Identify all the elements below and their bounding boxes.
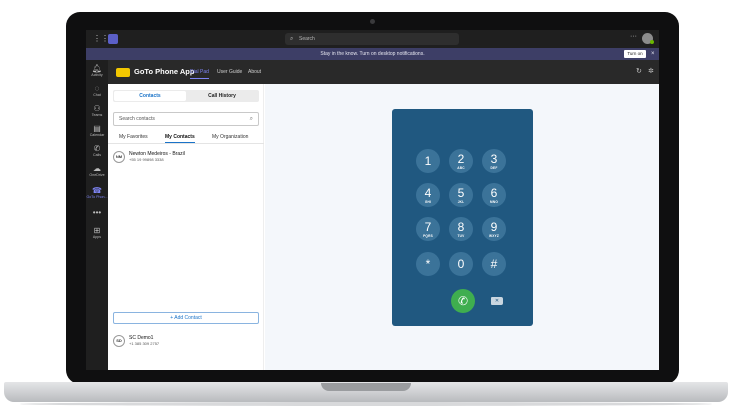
current-user-phone: +1 385 309 2757 <box>129 341 160 346</box>
tab-dial-pad[interactable]: Dial Pad <box>190 66 209 79</box>
notification-text: Stay in the know. Turn on desktop notifi… <box>320 51 425 57</box>
segment-call-history[interactable]: Call History <box>186 91 258 101</box>
dial-key-6[interactable]: 6 MNO <box>482 183 506 207</box>
segment-contacts[interactable]: Contacts <box>114 91 186 101</box>
backspace-icon: ✕ <box>494 298 500 304</box>
list-item[interactable]: NM Newton Medeiros - Brazil +55 19 99898… <box>113 151 259 167</box>
bell-icon: 🔔︎ <box>91 64 103 73</box>
settings-icon[interactable]: ✲ <box>648 67 654 77</box>
add-contact-button[interactable]: + Add Contact <box>113 312 259 324</box>
subtab-my-favorites[interactable]: My Favorites <box>119 132 148 142</box>
subtab-divider <box>108 143 264 144</box>
rail-item-apps[interactable]: ⊞ Apps <box>86 226 108 240</box>
laptop-camera <box>370 19 375 24</box>
search-placeholder: Search <box>299 36 315 42</box>
tab-user-guide[interactable]: User Guide <box>217 66 242 78</box>
rail-item-calendar[interactable]: ▤ Calendar <box>86 124 108 138</box>
search-icon: ⌕ <box>290 36 294 42</box>
avatar: SD <box>113 335 125 347</box>
avatar: NM <box>113 151 125 163</box>
contact-phone: +55 19 99898 3338 <box>129 157 164 162</box>
dial-key-3[interactable]: 3 DEF <box>482 149 506 173</box>
cloud-icon: ☁︎ <box>93 164 101 173</box>
app-title: GoTo Phone App <box>134 67 195 76</box>
subtab-my-contacts[interactable]: My Contacts <box>165 132 195 143</box>
call-button[interactable]: ✆ <box>451 289 475 313</box>
goto-icon: ☎︎ <box>92 186 102 195</box>
refresh-icon[interactable]: ↻ <box>636 67 642 77</box>
goto-logo-icon <box>116 68 130 77</box>
contacts-search-input[interactable]: Search contacts ⌕ <box>113 112 259 126</box>
backspace-button[interactable]: ✕ <box>491 297 503 305</box>
rail-more-apps[interactable]: ••• <box>86 208 108 217</box>
notification-banner: Stay in the know. Turn on desktop notifi… <box>86 48 659 60</box>
chat-icon: ◌ <box>94 84 100 93</box>
dial-key-hash[interactable]: # <box>482 252 506 276</box>
more-horizontal-icon: ••• <box>92 208 102 217</box>
more-horizontal-icon[interactable]: ··· <box>630 33 637 40</box>
dial-key-5[interactable]: 5 JKL <box>449 183 473 207</box>
dialpad: 1 2 ABC 3 DEF 4 GHI 5 JKL 6 MNO 7 PQRS 8 TUV 9W… <box>392 109 533 326</box>
tab-about[interactable]: About <box>248 66 261 78</box>
laptop-shadow <box>20 402 712 406</box>
dial-key-8[interactable]: 8 TUV <box>449 217 473 241</box>
dial-key-7[interactable]: 7 PQRS <box>416 217 440 241</box>
search-icon: ⌕ <box>249 116 253 122</box>
rail-item-goto-phone[interactable]: ☎︎ GoTo Phon... <box>86 186 108 200</box>
rail-item-calls[interactable]: ✆ Calls <box>86 144 108 158</box>
app-grid-icon[interactable]: ⋮⋮ <box>93 35 109 43</box>
turn-on-notifications-button[interactable]: Turn on <box>624 50 646 58</box>
teams-search-input[interactable]: ⌕ Search <box>285 33 459 45</box>
dial-key-0[interactable]: 0 <box>449 252 473 276</box>
dial-key-1[interactable]: 1 <box>416 149 440 173</box>
dial-key-star[interactable]: * <box>416 252 440 276</box>
phone-call-icon: ✆ <box>457 294 469 308</box>
contacts-panel: Contacts Call History Search contacts ⌕ … <box>108 84 264 370</box>
rail-item-activity[interactable]: 🔔︎ Activity <box>86 64 108 78</box>
phone-icon: ✆ <box>93 144 101 153</box>
laptop-base-notch <box>321 383 411 391</box>
laptop-mockup: ⋮⋮ ⌕ Search ··· Stay in the know. Turn o… <box>0 0 732 408</box>
left-app-rail: 🔔︎ Activity ◌ Chat ⚇ Teams ▤ Calendar ✆ … <box>86 60 108 370</box>
apps-icon: ⊞ <box>93 226 101 235</box>
calendar-icon: ▤ <box>93 124 101 133</box>
contacts-search-placeholder: Search contacts <box>119 116 155 122</box>
rail-item-teams[interactable]: ⚇ Teams <box>86 104 108 118</box>
subtab-my-organization[interactable]: My Organization <box>212 132 248 142</box>
current-user[interactable]: SD SC Demo1 +1 385 309 2757 <box>113 335 259 351</box>
app-content: Contacts Call History Search contacts ⌕ … <box>108 84 659 370</box>
dial-key-4[interactable]: 4 GHI <box>416 183 440 207</box>
rail-item-chat[interactable]: ◌ Chat <box>86 84 108 98</box>
app-header: GoTo Phone App Dial Pad User Guide About… <box>108 60 659 84</box>
teams-logo-icon <box>108 34 118 44</box>
dial-key-9[interactable]: 9 WXYZ <box>482 217 506 241</box>
contacts-segmented-control: Contacts Call History <box>113 90 259 102</box>
dialpad-area: 1 2 ABC 3 DEF 4 GHI 5 JKL 6 MNO 7 PQRS 8 TUV 9W… <box>265 84 659 370</box>
dial-key-2[interactable]: 2 ABC <box>449 149 473 173</box>
teams-topbar: ⋮⋮ ⌕ Search ··· <box>86 30 659 48</box>
teams-window: ⋮⋮ ⌕ Search ··· Stay in the know. Turn o… <box>86 30 659 370</box>
rail-item-onedrive[interactable]: ☁︎ OneDrive <box>86 164 108 178</box>
teams-icon: ⚇ <box>93 104 101 113</box>
close-icon[interactable]: × <box>651 48 655 60</box>
presence-status-icon <box>650 40 654 44</box>
